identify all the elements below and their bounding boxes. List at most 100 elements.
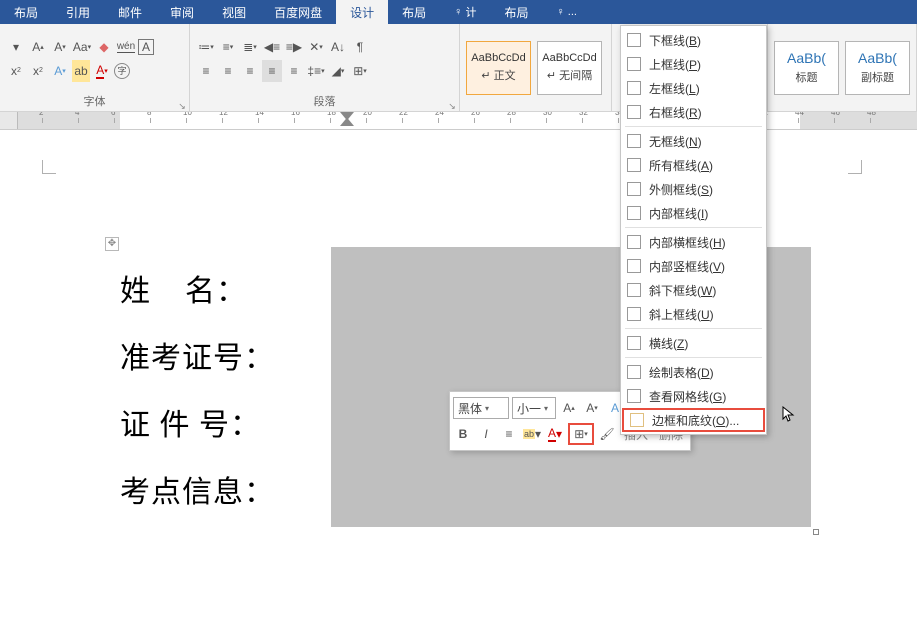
border-grid-icon (627, 259, 641, 273)
change-case-icon[interactable]: Aa▾ (72, 36, 92, 58)
ruler-number: 14 (255, 112, 264, 117)
justify-icon[interactable]: ≡ (262, 60, 282, 82)
border-menu-item[interactable]: 内部竖框线(V) (621, 254, 766, 278)
subscript-icon[interactable]: x2 (6, 60, 26, 82)
font-color-icon[interactable]: A▾ (545, 423, 565, 445)
ruler-number: 12 (219, 112, 228, 117)
sort-icon[interactable]: A↓ (328, 36, 348, 58)
highlight-icon[interactable]: ab (72, 60, 90, 82)
show-marks-icon[interactable]: ¶ (350, 36, 370, 58)
border-grid-icon (627, 336, 641, 350)
bold-button[interactable]: B (453, 423, 473, 445)
border-menu-item[interactable]: 内部横框线(H) (621, 230, 766, 254)
align-left-icon[interactable]: ≡ (196, 60, 216, 82)
menu-item-label: 内部框线(I) (649, 205, 708, 222)
doc-line-ticket[interactable]: 准考证号： (120, 333, 275, 377)
size-combo[interactable]: 小一▾ (512, 397, 556, 419)
border-grid-icon (627, 307, 641, 321)
resize-handle[interactable] (813, 529, 819, 535)
increase-font-icon[interactable]: A▴ (28, 36, 48, 58)
border-menu-item[interactable]: 边框和底纹(O)... (622, 408, 765, 432)
border-menu-item[interactable]: 横线(Z) (621, 331, 766, 355)
enclose-icon[interactable]: 字 (114, 63, 130, 79)
ribbon-group-paragraph-label: 段落↘ (190, 93, 459, 111)
menu-tab-view[interactable]: 视图 (208, 0, 260, 24)
border-menu-item[interactable]: 绘制表格(D) (621, 360, 766, 384)
border-menu-item[interactable]: 内部框线(I) (621, 201, 766, 225)
ruler-number: 10 (183, 112, 192, 117)
indent-marker-icon[interactable] (340, 112, 348, 124)
font-combo[interactable]: 黑体▾ (453, 397, 509, 419)
phonetic-icon[interactable]: wén (116, 36, 136, 58)
menu-tab-layout1[interactable]: 布局 (0, 0, 52, 24)
shading-icon[interactable]: ◢▾ (328, 60, 348, 82)
menu-tab-plan[interactable]: ♀ 计 (440, 0, 490, 24)
border-menu-item[interactable]: 无框线(N) (621, 129, 766, 153)
menu-tab-layout3[interactable]: 布局 (490, 0, 542, 24)
menu-tab-design[interactable]: 设计 (336, 0, 388, 24)
clear-format-icon[interactable]: ◆ (94, 36, 114, 58)
style-title[interactable]: AaBb( 标题 (774, 41, 839, 95)
paragraph-selector-icon[interactable]: ✥ (105, 237, 119, 251)
border-menu-item[interactable]: 上框线(P) (621, 52, 766, 76)
align-icon[interactable]: ≡ (499, 423, 519, 445)
menu-tab-review[interactable]: 审阅 (156, 0, 208, 24)
borders-icon[interactable]: ⊞▾ (350, 60, 370, 82)
numbering-icon[interactable]: ≡▾ (218, 36, 238, 58)
bullets-icon[interactable]: ≔▾ (196, 36, 216, 58)
menu-separator (625, 227, 762, 228)
format-painter-icon[interactable]: 🖌 (597, 423, 617, 445)
dialog-launcher-icon[interactable]: ↘ (447, 101, 457, 111)
ruler-number: 16 (291, 112, 300, 117)
border-menu-item[interactable]: 左框线(L) (621, 76, 766, 100)
align-center-icon[interactable]: ≡ (218, 60, 238, 82)
increase-indent-icon[interactable]: ≡▶ (284, 36, 304, 58)
menu-tell-me[interactable]: ♀ ... (542, 0, 590, 24)
menu-separator (625, 328, 762, 329)
distribute-icon[interactable]: ≡ (284, 60, 304, 82)
decrease-font-icon[interactable]: A▾ (582, 397, 602, 419)
doc-line-name[interactable]: 姓 名： (120, 266, 247, 310)
italic-button[interactable]: I (476, 423, 496, 445)
cut-icon[interactable]: ▾ (6, 36, 26, 58)
doc-line-id[interactable]: 证 件 号： (120, 400, 261, 444)
border-menu-item[interactable]: 所有框线(A) (621, 153, 766, 177)
multilevel-icon[interactable]: ≣▾ (240, 36, 260, 58)
ruler-tab-selector[interactable] (0, 112, 18, 129)
menu-tab-mail[interactable]: 邮件 (104, 0, 156, 24)
line-spacing-icon[interactable]: ‡≡▾ (306, 60, 326, 82)
align-right-icon[interactable]: ≡ (240, 60, 260, 82)
menu-tab-baidu[interactable]: 百度网盘 (260, 0, 336, 24)
decrease-font-icon[interactable]: A▾ (50, 36, 70, 58)
font-color-icon[interactable]: A▾ (92, 60, 112, 82)
border-menu-item[interactable]: 查看网格线(G) (621, 384, 766, 408)
text-effects-icon[interactable]: A▾ (50, 60, 70, 82)
superscript-icon[interactable]: x2 (28, 60, 48, 82)
menu-item-label: 斜下框线(W) (649, 282, 716, 299)
ribbon: ▾ A▴ A▾ Aa▾ ◆ wén A x2 x2 A▾ ab A▾ 字 (0, 24, 917, 112)
increase-font-icon[interactable]: A▴ (559, 397, 579, 419)
char-border-icon[interactable]: A (138, 39, 154, 55)
dialog-launcher-icon[interactable]: ↘ (177, 101, 187, 111)
menu-tab-layout2[interactable]: 布局 (388, 0, 440, 24)
style-subtitle[interactable]: AaBb( 副标题 (845, 41, 910, 95)
border-menu-item[interactable]: 下框线(B) (621, 28, 766, 52)
highlight-icon[interactable]: ab▾ (522, 423, 542, 445)
ruler-number: 20 (363, 112, 372, 117)
menu-tab-references[interactable]: 引用 (52, 0, 104, 24)
ruler-ticks: 2468101214161820222426283032343638404244… (42, 118, 917, 123)
menu-item-label: 绘制表格(D) (649, 364, 714, 381)
ltr-icon[interactable]: ✕▾ (306, 36, 326, 58)
border-menu-item[interactable]: 斜下框线(W) (621, 278, 766, 302)
style-normal[interactable]: AaBbCcDd ↵ 正文 (466, 41, 531, 95)
style-nospacing[interactable]: AaBbCcDd ↵ 无间隔 (537, 41, 602, 95)
menu-item-label: 横线(Z) (649, 335, 688, 352)
document-area[interactable]: ✥ 姓 名： 准考证号： 证 件 号： 考点信息： (0, 130, 917, 617)
border-menu-item[interactable]: 斜上框线(U) (621, 302, 766, 326)
doc-line-site[interactable]: 考点信息： (120, 467, 275, 511)
ruler[interactable]: 2468101214161820222426283032343638404244… (0, 112, 917, 130)
border-dropdown-button[interactable]: ⊞▾ (568, 423, 594, 445)
border-menu-item[interactable]: 右框线(R) (621, 100, 766, 124)
border-menu-item[interactable]: 外侧框线(S) (621, 177, 766, 201)
decrease-indent-icon[interactable]: ◀≡ (262, 36, 282, 58)
